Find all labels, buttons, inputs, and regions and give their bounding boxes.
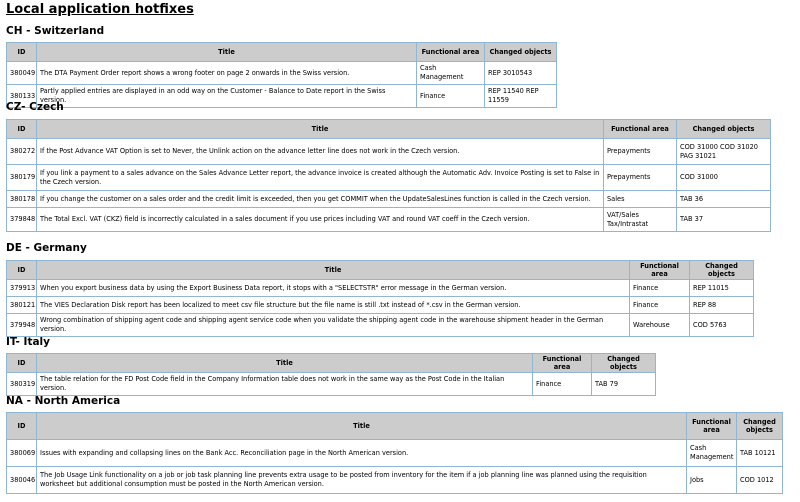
row-functional-area: Finance	[416, 84, 485, 108]
row-title: The VIES Declaration Disk report has bee…	[36, 296, 630, 314]
column-header-changed-objects: Changed objects	[676, 119, 771, 139]
column-header-id: ID	[6, 260, 37, 280]
row-functional-area: Cash Management	[416, 61, 485, 85]
column-header-title: Title	[36, 412, 687, 440]
row-title: Wrong combination of shipping agent code…	[36, 313, 630, 337]
column-header-changed-objects: Changed objects	[484, 42, 557, 62]
row-id: 380121	[6, 296, 37, 314]
row-title: If you change the customer on a sales or…	[36, 190, 604, 208]
column-header-changed-objects: Changed objects	[736, 412, 783, 440]
section-heading-na: NA - North America	[6, 395, 121, 407]
row-changed-objects: TAB 37	[676, 207, 771, 232]
table-row: 380133 Partly applied entries are displa…	[6, 84, 557, 108]
column-header-title: Title	[36, 42, 417, 62]
row-title: The DTA Payment Order report shows a wro…	[36, 61, 417, 85]
column-header-title: Title	[36, 353, 533, 373]
row-id: 380272	[6, 138, 37, 165]
table-row: 380046 The Job Usage Link functionality …	[6, 466, 783, 494]
row-changed-objects: COD 31000	[676, 164, 771, 191]
table-row: 380179 If you link a payment to a sales …	[6, 164, 771, 191]
table-header-row: ID Title Functional area Changed objects	[6, 353, 656, 373]
column-header-functional-area: Functional area	[416, 42, 485, 62]
column-header-changed-objects: Changed objects	[689, 260, 754, 280]
row-id: 379913	[6, 279, 37, 297]
table-row: 380178 If you change the customer on a s…	[6, 190, 771, 208]
column-header-changed-objects: Changed objects	[591, 353, 656, 373]
table-row: 380049 The DTA Payment Order report show…	[6, 61, 557, 85]
table-header-row: ID Title Functional area Changed objects	[6, 42, 557, 62]
table-header-row: ID Title Functional area Changed objects	[6, 260, 754, 280]
hotfix-table-cz: ID Title Functional area Changed objects…	[6, 119, 771, 232]
row-changed-objects: REP 11015	[689, 279, 754, 297]
hotfix-table-na: ID Title Functional area Changed objects…	[6, 412, 783, 494]
row-functional-area: Finance	[532, 372, 592, 396]
row-title: If the Post Advance VAT Option is set to…	[36, 138, 604, 165]
row-id: 380049	[6, 61, 37, 85]
row-title: The Total Excl. VAT (CKZ) field is incor…	[36, 207, 604, 232]
column-header-id: ID	[6, 353, 37, 373]
row-title: When you export business data by using t…	[36, 279, 630, 297]
row-id: 380319	[6, 372, 37, 396]
row-id: 379848	[6, 207, 37, 232]
column-header-functional-area: Functional area	[629, 260, 690, 280]
row-changed-objects: COD 31000 COD 31020 PAG 31021	[676, 138, 771, 165]
column-header-id: ID	[6, 412, 37, 440]
column-header-functional-area: Functional area	[603, 119, 677, 139]
table-row: 380319 The table relation for the FD Pos…	[6, 372, 656, 396]
hotfix-table-de: ID Title Functional area Changed objects…	[6, 260, 754, 337]
column-header-id: ID	[6, 42, 37, 62]
row-title: Partly applied entries are displayed in …	[36, 84, 417, 108]
row-functional-area: Warehouse	[629, 313, 690, 337]
row-functional-area: Finance	[629, 296, 690, 314]
row-functional-area: Cash Management	[686, 439, 737, 467]
section-heading-cz: CZ- Czech	[6, 101, 64, 113]
column-header-functional-area: Functional area	[686, 412, 737, 440]
row-changed-objects: REP 88	[689, 296, 754, 314]
row-functional-area: Prepayments	[603, 138, 677, 165]
row-changed-objects: REP 3010543	[484, 61, 557, 85]
table-row: 380069 Issues with expanding and collaps…	[6, 439, 783, 467]
row-title: The table relation for the FD Post Code …	[36, 372, 533, 396]
row-changed-objects: COD 5763	[689, 313, 754, 337]
row-id: 380178	[6, 190, 37, 208]
row-id: 379948	[6, 313, 37, 337]
section-heading-it: IT- Italy	[6, 336, 50, 348]
row-changed-objects: TAB 36	[676, 190, 771, 208]
column-header-title: Title	[36, 119, 604, 139]
hotfix-table-ch: ID Title Functional area Changed objects…	[6, 42, 557, 108]
row-title: If you link a payment to a sales advance…	[36, 164, 604, 191]
row-changed-objects: TAB 79	[591, 372, 656, 396]
row-title: Issues with expanding and collapsing lin…	[36, 439, 687, 467]
column-header-id: ID	[6, 119, 37, 139]
section-heading-de: DE - Germany	[6, 242, 87, 254]
column-header-title: Title	[36, 260, 630, 280]
table-header-row: ID Title Functional area Changed objects	[6, 412, 783, 440]
row-functional-area: Sales	[603, 190, 677, 208]
row-changed-objects: REP 11540 REP 11559	[484, 84, 557, 108]
table-row: 379948 Wrong combination of shipping age…	[6, 313, 754, 337]
column-header-functional-area: Functional area	[532, 353, 592, 373]
row-title: The Job Usage Link functionality on a jo…	[36, 466, 687, 494]
row-id: 380179	[6, 164, 37, 191]
page-title: Local application hotfixes	[6, 2, 194, 17]
row-id: 380069	[6, 439, 37, 467]
table-row: 379913 When you export business data by …	[6, 279, 754, 297]
row-functional-area: VAT/Sales Tax/Intrastat	[603, 207, 677, 232]
table-row: 379848 The Total Excl. VAT (CKZ) field i…	[6, 207, 771, 232]
row-functional-area: Prepayments	[603, 164, 677, 191]
section-heading-ch: CH - Switzerland	[6, 25, 105, 37]
row-functional-area: Jobs	[686, 466, 737, 494]
row-changed-objects: COD 1012	[736, 466, 783, 494]
hotfix-table-it: ID Title Functional area Changed objects…	[6, 353, 656, 396]
table-row: 380121 The VIES Declaration Disk report …	[6, 296, 754, 314]
row-id: 380046	[6, 466, 37, 494]
table-row: 380272 If the Post Advance VAT Option is…	[6, 138, 771, 165]
row-functional-area: Finance	[629, 279, 690, 297]
table-header-row: ID Title Functional area Changed objects	[6, 119, 771, 139]
row-changed-objects: TAB 10121	[736, 439, 783, 467]
